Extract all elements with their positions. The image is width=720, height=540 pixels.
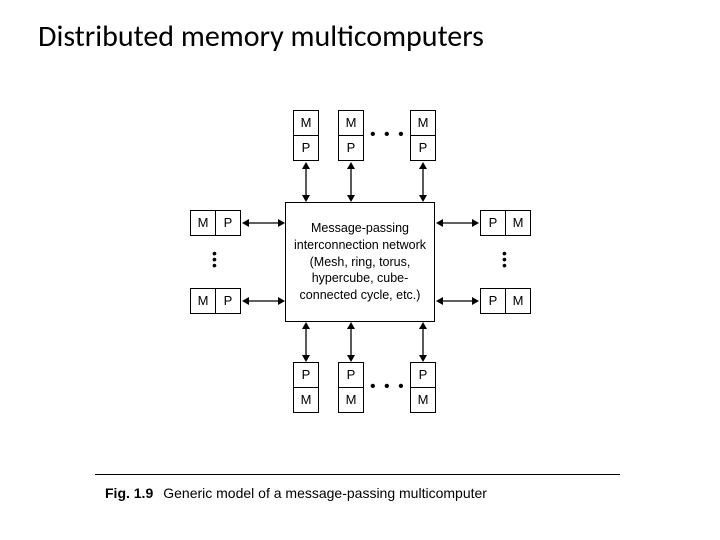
double-arrow-icon [436,217,479,229]
processor-cell: P [338,362,364,388]
node-top: M P [293,110,319,162]
processor-cell: P [480,210,506,236]
double-arrow-icon [345,162,357,202]
memory-cell: M [338,110,364,136]
processor-cell: P [410,362,436,388]
ellipsis-icon: • • • [370,126,406,144]
node-bottom: P M [410,362,436,414]
memory-cell: M [190,288,216,314]
processor-cell: P [410,135,436,161]
node-top: M P [338,110,364,162]
node-bottom: P M [338,362,364,414]
memory-cell: M [293,110,319,136]
double-arrow-icon [345,322,357,362]
interconnection-network-box: Message-passing interconnection network … [285,202,435,322]
diagram: Message-passing interconnection network … [130,100,590,460]
page-title: Distributed memory multicomputers [0,0,720,55]
processor-cell: P [338,135,364,161]
processor-cell: P [215,288,241,314]
ellipsis-icon: ••• [212,250,217,268]
memory-cell: M [505,288,531,314]
node-bottom: P M [293,362,319,414]
node-right: P M [480,288,532,314]
center-line: connected cycle, etc.) [300,288,421,302]
node-left: M P [190,288,242,314]
memory-cell: M [293,387,319,413]
node-right: P M [480,210,532,236]
processor-cell: P [215,210,241,236]
double-arrow-icon [436,295,479,307]
memory-cell: M [410,110,436,136]
double-arrow-icon [417,322,429,362]
memory-cell: M [190,210,216,236]
figure-number: Fig. 1.9 [105,485,153,501]
double-arrow-icon [300,322,312,362]
processor-cell: P [480,288,506,314]
node-left: M P [190,210,242,236]
center-line: Message-passing [311,221,409,235]
node-top: M P [410,110,436,162]
center-line: interconnection network [294,238,426,252]
memory-cell: M [505,210,531,236]
memory-cell: M [338,387,364,413]
memory-cell: M [410,387,436,413]
processor-cell: P [293,135,319,161]
double-arrow-icon [417,162,429,202]
figure-area: Message-passing interconnection network … [0,100,720,540]
ellipsis-icon: ••• [502,250,507,268]
processor-cell: P [293,362,319,388]
figure-caption: Fig. 1.9 Generic model of a message-passi… [105,485,487,501]
figure-caption-text: Generic model of a message-passing multi… [163,485,487,501]
double-arrow-icon [242,217,285,229]
double-arrow-icon [300,162,312,202]
center-line: (Mesh, ring, torus, [310,255,411,269]
center-line: hypercube, cube- [312,271,409,285]
ellipsis-icon: • • • [370,378,406,396]
caption-rule [95,474,620,475]
double-arrow-icon [242,295,285,307]
